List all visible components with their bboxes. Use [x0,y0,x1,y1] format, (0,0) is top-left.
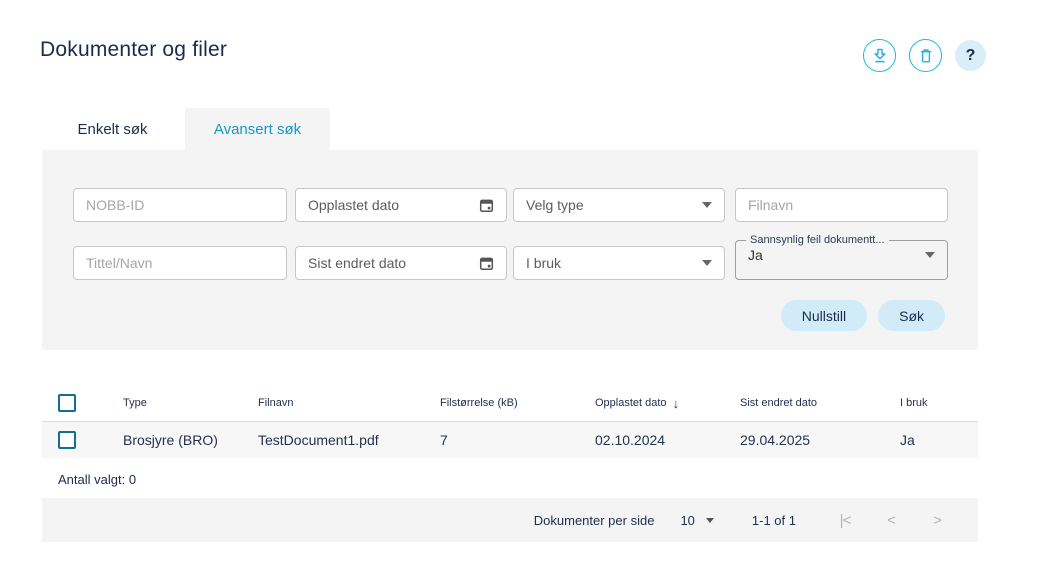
sort-desc-icon[interactable]: ↓ [673,396,680,411]
tab-enkelt-sok[interactable]: Enkelt søk [40,108,185,150]
page-nav: |< < > [822,512,960,529]
column-header-type[interactable]: Type [123,397,258,409]
opplastet-dato-datepicker[interactable]: Opplastet dato [295,188,507,222]
page-range-label: 1-1 of 1 [752,513,796,528]
column-header-filnavn[interactable]: Filnavn [258,397,440,409]
row-checkbox[interactable] [58,431,76,449]
download-icon [872,48,888,64]
velg-type-select[interactable]: Velg type [513,188,725,222]
per-page-select[interactable]: 10 [680,513,713,528]
column-header-sist-endret-dato[interactable]: Sist endret dato [740,397,900,409]
reset-button[interactable]: Nullstill [781,300,867,331]
sist-endret-dato-datepicker[interactable]: Sist endret dato [295,246,507,280]
prev-page-icon[interactable]: < [868,512,914,529]
sannsynlig-feil-select[interactable]: Sannsynlig feil dokumentt... Ja [735,234,948,280]
first-page-icon[interactable]: |< [822,512,868,529]
chevron-down-icon [702,260,712,266]
per-page-value: 10 [680,513,694,528]
cell-i-bruk: Ja [900,432,978,448]
search-button[interactable]: Søk [878,300,945,331]
page-title: Dokumenter og filer [40,38,227,62]
trash-icon [918,48,934,64]
pagination-bar: Dokumenter per side 10 1-1 of 1 |< < > [42,498,978,542]
delete-button[interactable] [909,39,942,72]
panel-buttons: Nullstill Søk [781,300,945,331]
per-page-label: Dokumenter per side [534,513,655,528]
documents-table: Type Filnavn Filstørrelse (kB) Opplastet… [42,385,978,458]
header-actions: ? [863,39,986,72]
opplastet-dato-label: Opplastet dato [308,197,399,213]
column-header-filstorrelse[interactable]: Filstørrelse (kB) [440,397,595,409]
select-all-checkbox[interactable] [58,394,76,412]
cell-type: Brosjyre (BRO) [123,432,258,448]
documents-page: Dokumenter og filer ? Enkelt [0,0,1038,577]
filnavn-input[interactable] [735,188,948,222]
chevron-down-icon [706,518,714,523]
help-button[interactable]: ? [955,40,986,71]
nobb-id-input[interactable] [73,188,287,222]
cell-filstorrelse: 7 [440,432,595,448]
cell-sist-endret-dato: 29.04.2025 [740,432,900,448]
sannsynlig-feil-value: Ja [748,247,763,263]
sist-endret-dato-label: Sist endret dato [308,255,406,271]
selected-count: Antall valgt: 0 [58,472,136,487]
velg-type-label: Velg type [526,197,584,213]
advanced-search-panel: Opplastet dato Velg type Sist endret dat… [42,150,978,350]
table-row: Brosjyre (BRO) TestDocument1.pdf 7 02.10… [42,422,978,458]
i-bruk-select[interactable]: I bruk [513,246,725,280]
download-button[interactable] [863,39,896,72]
cell-opplastet-dato: 02.10.2024 [595,432,740,448]
cell-filnavn: TestDocument1.pdf [258,432,440,448]
search-tabs: Enkelt søk Avansert søk [40,108,330,150]
chevron-down-icon [925,252,935,258]
tab-avansert-sok[interactable]: Avansert søk [185,108,330,150]
chevron-down-icon [702,202,712,208]
i-bruk-label: I bruk [526,255,561,271]
tittel-navn-input[interactable] [73,246,287,280]
next-page-icon[interactable]: > [914,512,960,529]
question-mark-icon: ? [966,47,976,65]
calendar-icon [479,198,494,213]
table-header-row: Type Filnavn Filstørrelse (kB) Opplastet… [42,385,978,422]
column-header-i-bruk[interactable]: I bruk [900,397,978,409]
sannsynlig-feil-label: Sannsynlig feil dokumentt... [746,234,889,246]
column-header-opplastet-dato[interactable]: Opplastet dato ↓ [595,396,740,411]
calendar-icon [479,256,494,271]
